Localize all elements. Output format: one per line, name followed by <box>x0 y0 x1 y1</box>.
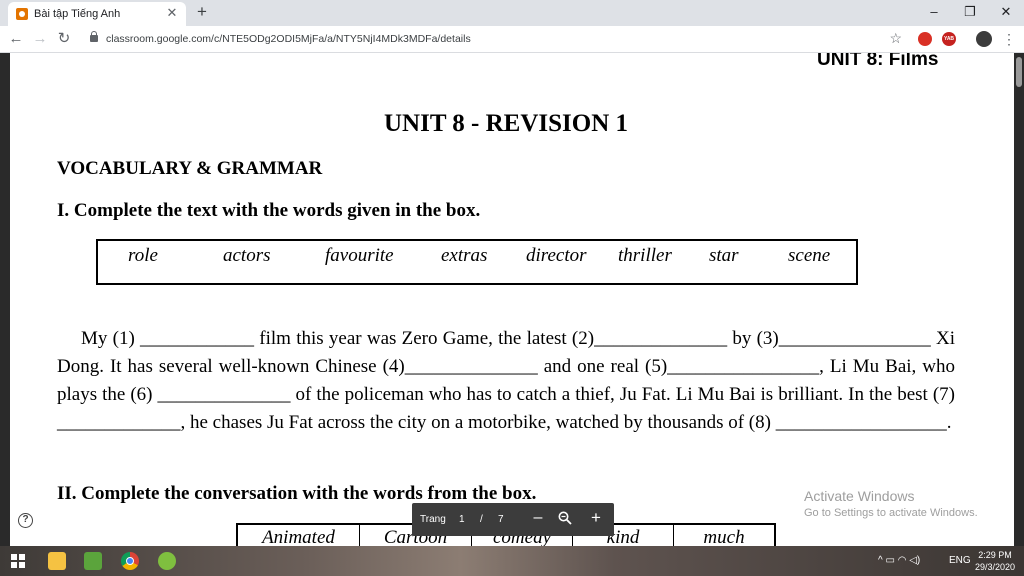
total-pages: 7 <box>498 514 504 525</box>
pdf-viewer: UNIT 8: Films UNIT 8 - REVISION 1 VOCABU… <box>0 53 1024 546</box>
zoom-magnifier-icon[interactable] <box>558 511 572 525</box>
help-icon[interactable]: ? <box>18 513 33 528</box>
clock[interactable]: 2:29 PM 29/3/2020 <box>974 549 1016 573</box>
word-box-item: director <box>526 245 587 266</box>
exercise-2-heading: II. Complete the conversation with the w… <box>57 483 537 504</box>
word-box-item: scene <box>788 245 831 266</box>
app-icon[interactable] <box>158 552 176 570</box>
windows-taskbar: ^ ▭ ◠ ◁) ENG 2:29 PM 29/3/2020 <box>0 546 1024 576</box>
back-button[interactable]: ← <box>6 29 26 49</box>
section-heading-vocab: VOCABULARY & GRAMMAR <box>57 158 323 179</box>
extension-yab-icon[interactable]: YAB <box>942 32 956 46</box>
reload-button[interactable]: ↻ <box>54 29 74 49</box>
forward-button[interactable]: → <box>30 29 50 49</box>
lock-icon <box>90 31 98 42</box>
language-indicator[interactable]: ENG <box>949 555 971 566</box>
word-box-item: star <box>709 245 739 266</box>
tab-strip: Bài tập Tiếng Anh ✕ + – ❐ ✕ <box>0 0 1024 26</box>
browser-tab[interactable]: Bài tập Tiếng Anh ✕ <box>8 2 186 26</box>
word-box-item: actors <box>223 245 271 266</box>
table-cell: much <box>703 527 745 546</box>
windows-start-icon[interactable] <box>11 554 25 568</box>
chrome-menu-icon[interactable]: ⋮ <box>1002 30 1016 48</box>
page-label: Trang <box>420 514 446 525</box>
table-cell: Animated <box>238 525 360 546</box>
toolbar: ← → ↻ classroom.google.com/c/NTE5ODg2ODI… <box>0 26 1024 53</box>
word-box-item: extras <box>441 245 488 266</box>
extension-icon[interactable] <box>918 32 932 46</box>
viewer-scrollbar[interactable] <box>1014 53 1024 546</box>
profile-avatar[interactable] <box>976 31 992 47</box>
unit-header: UNIT 8: Films <box>817 53 939 70</box>
zoom-out-button[interactable]: – <box>530 509 546 527</box>
word-box-item: thriller <box>618 245 672 266</box>
address-bar[interactable]: classroom.google.com/c/NTE5ODg2ODI5MjFa/… <box>82 29 912 50</box>
word-box: role actors favourite extras director th… <box>96 239 858 285</box>
tab-close-icon[interactable]: ✕ <box>164 5 180 21</box>
clock-time: 2:29 PM <box>978 550 1012 560</box>
url-text: classroom.google.com/c/NTE5ODg2ODI5MjFa/… <box>106 33 471 45</box>
close-window-button[interactable]: ✕ <box>988 0 1024 26</box>
minimize-button[interactable]: – <box>916 0 952 26</box>
restore-button[interactable]: ❐ <box>952 0 988 26</box>
scrollbar-thumb[interactable] <box>1016 57 1022 87</box>
word-box-item: favourite <box>325 245 394 266</box>
system-tray-icons[interactable]: ^ ▭ ◠ ◁) <box>878 555 920 566</box>
bluestacks-icon[interactable] <box>84 552 102 570</box>
pdf-page-toolbar: Trang 1 / 7 – + <box>412 503 614 536</box>
zoom-in-button[interactable]: + <box>588 508 604 528</box>
chrome-icon[interactable] <box>121 552 139 570</box>
page-separator: / <box>480 514 483 525</box>
exercise-1-paragraph: My (1) ____________ film this year was Z… <box>57 328 955 433</box>
new-tab-button[interactable]: + <box>193 3 211 21</box>
activate-windows-watermark: Activate Windows Go to Settings to activ… <box>804 488 978 519</box>
watermark-title: Activate Windows <box>804 488 915 504</box>
classroom-favicon-icon <box>16 8 28 20</box>
file-explorer-icon[interactable] <box>48 552 66 570</box>
document-title: UNIT 8 - REVISION 1 <box>383 110 629 137</box>
current-page-input[interactable]: 1 <box>459 514 465 525</box>
bookmark-star-icon[interactable]: ☆ <box>889 30 902 47</box>
tab-title: Bài tập Tiếng Anh <box>34 8 121 20</box>
watermark-subtitle: Go to Settings to activate Windows. <box>804 507 978 519</box>
exercise-1-heading: I. Complete the text with the words give… <box>57 200 481 221</box>
word-box-item: role <box>128 245 158 266</box>
clock-date: 29/3/2020 <box>974 562 1016 572</box>
